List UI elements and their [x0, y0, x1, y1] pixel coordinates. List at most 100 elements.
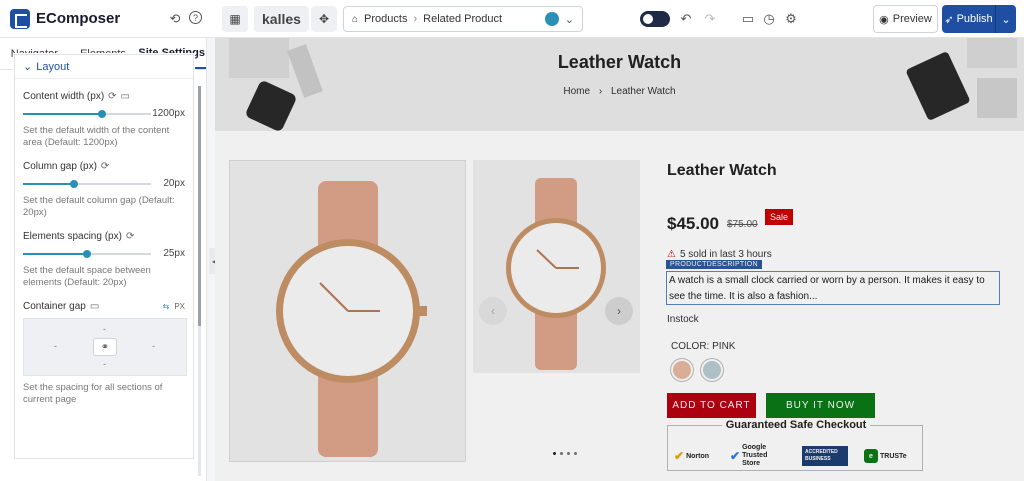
slider-fill [23, 252, 87, 255]
color-label: COLOR: PINK [671, 341, 736, 352]
column-gap-label: Column gap (px) [23, 161, 97, 172]
swatch-pink[interactable] [671, 359, 693, 381]
help-icon[interactable]: ? [189, 11, 202, 24]
hero-title: Leather Watch [557, 52, 682, 72]
desktop-icon[interactable]: ▭ [90, 301, 99, 312]
slider-handle[interactable] [70, 179, 79, 188]
gallery-dot[interactable] [560, 452, 563, 455]
unit-switch-icon[interactable]: ⇆ [163, 302, 170, 311]
product-side-image[interactable] [473, 160, 640, 373]
product-price: $45.00 [667, 214, 719, 233]
gap-left-input[interactable]: - [54, 341, 57, 351]
google-badge: ✔ Google Trusted Store [730, 444, 768, 467]
history-icon[interactable]: ⟲ [167, 11, 183, 27]
product-description[interactable]: A watch is a small clock carried or worn… [666, 271, 1000, 305]
preview-button[interactable]: ◉ Preview [873, 5, 938, 33]
reset-icon[interactable]: ⟳ [126, 231, 134, 242]
sidebar-scrollbar-thumb[interactable] [198, 86, 201, 326]
layout-section-title: Layout [36, 60, 70, 73]
truste-badge: e TRUSTe [864, 446, 907, 466]
publish-label: Publish [956, 13, 993, 25]
truste-icon: e [864, 449, 878, 463]
publish-button[interactable]: ➶ Publish ⌄ [942, 5, 1016, 33]
desktop-icon[interactable]: ▭ [740, 11, 756, 27]
sold-counter: ⚠ 5 sold in last 3 hours [667, 249, 772, 260]
hero-crumb-current: Leather Watch [610, 86, 676, 97]
elements-spacing-slider[interactable] [23, 249, 151, 258]
slider-handle[interactable] [83, 249, 91, 258]
column-gap-desc: Set the default column gap (Default: 20p… [23, 195, 175, 218]
safe-checkout-box: Guaranteed Safe Checkout ✔ Norton ✔ Goog… [667, 419, 923, 471]
bbb-badge: ACCREDITED BUSINESS [802, 446, 848, 466]
reset-icon[interactable]: ⟳ [108, 91, 116, 102]
container-gap-setting: Container gap ▭ ⇆ PX - - - - ⚭ Set the s… [15, 301, 193, 406]
globe-icon[interactable] [544, 12, 559, 26]
redo-icon[interactable]: ↷ [702, 11, 718, 27]
norton-badge: ✔ Norton [674, 449, 710, 463]
watch-image [276, 181, 427, 457]
product-main-image[interactable] [229, 160, 466, 462]
gap-bottom-input[interactable]: - [103, 359, 106, 369]
publish-main[interactable]: ➶ Publish [942, 5, 996, 33]
product-title: Leather Watch [667, 162, 777, 179]
watch-image [506, 178, 606, 370]
desktop-icon[interactable]: ▭ [121, 91, 130, 102]
product-old-price: $75.00 [727, 219, 758, 230]
elements-spacing-label: Elements spacing (px) [23, 231, 122, 242]
preview-label: Preview [892, 13, 932, 25]
hero-crumb-home[interactable]: Home [563, 86, 590, 97]
buy-now-button[interactable]: BUY IT NOW [766, 393, 875, 418]
container-gap-box: - - - - ⚭ [23, 318, 187, 376]
content-width-setting: Content width (px) ⟳ ▭ 1200px Set the de… [15, 91, 193, 149]
slider-handle[interactable] [98, 109, 107, 118]
eye-icon: ◉ [879, 13, 889, 26]
page-selector[interactable]: ⌂ Products › Related Product ⌄ [343, 6, 583, 32]
gap-top-input[interactable]: - [103, 324, 106, 334]
publish-dropdown-chevron-icon[interactable]: ⌄ [996, 13, 1016, 26]
breadcrumb-current[interactable]: Related Product [423, 13, 502, 25]
sale-badge: Sale [765, 209, 794, 225]
column-gap-value: 20px [163, 178, 185, 189]
undo-icon[interactable]: ↶ [678, 11, 694, 27]
checkout-title: Guaranteed Safe Checkout [721, 419, 871, 431]
gallery-next-button[interactable]: › [605, 297, 633, 325]
chevron-down-icon: ⌄ [23, 61, 33, 73]
container-gap-desc: Set the spacing for all sections of curr… [23, 382, 163, 405]
ecomposer-logo-icon [10, 8, 30, 29]
reset-icon[interactable]: ⟳ [101, 161, 109, 172]
column-gap-slider[interactable] [23, 179, 151, 188]
chevron-down-icon[interactable]: ⌄ [565, 13, 574, 26]
element-tag[interactable]: PRODUCTDESCRIPTION [666, 260, 762, 269]
page-canvas: Leather Watch Home › Leather Watch ‹ › L… [215, 38, 1024, 481]
puzzle-icon[interactable]: ✥ [311, 6, 337, 32]
gallery-dot[interactable] [553, 452, 556, 455]
grid-icon[interactable]: ▦ [222, 6, 248, 32]
app-name: EComposer [36, 10, 121, 27]
link-icon[interactable]: ⚭ [93, 338, 117, 356]
content-width-slider[interactable] [23, 109, 151, 118]
gallery-dot[interactable] [574, 452, 577, 455]
gallery-dots[interactable] [553, 452, 577, 455]
clock-icon[interactable]: ◷ [761, 11, 777, 27]
layout-section-header[interactable]: ⌄ Layout [15, 55, 193, 79]
sold-text: 5 sold in last 3 hours [679, 249, 772, 260]
container-gap-label: Container gap [23, 301, 86, 312]
add-to-cart-button[interactable]: ADD TO CART [667, 393, 756, 418]
check-icon: ✔ [674, 449, 685, 463]
theme-button[interactable]: kalles [254, 6, 309, 32]
swatch-blue[interactable] [701, 359, 723, 381]
content-width-value: 1200px [152, 108, 185, 119]
check-icon: ✔ [730, 449, 741, 463]
dark-mode-toggle[interactable] [640, 11, 670, 27]
gallery-dot[interactable] [567, 452, 570, 455]
elements-spacing-desc: Set the default space between elements (… [23, 265, 151, 288]
layout-panel: ⌄ Layout Content width (px) ⟳ ▭ 1200px S… [14, 54, 194, 459]
gap-right-input[interactable]: - [152, 341, 155, 351]
gallery-prev-button[interactable]: ‹ [479, 297, 507, 325]
breadcrumb-products[interactable]: Products [364, 13, 407, 25]
content-width-desc: Set the default width of the content are… [23, 125, 170, 148]
chevron-right-icon: › [598, 86, 603, 97]
warning-icon: ⚠ [667, 249, 676, 260]
unit-label[interactable]: PX [174, 302, 185, 311]
gear-icon[interactable]: ⚙ [783, 11, 799, 27]
